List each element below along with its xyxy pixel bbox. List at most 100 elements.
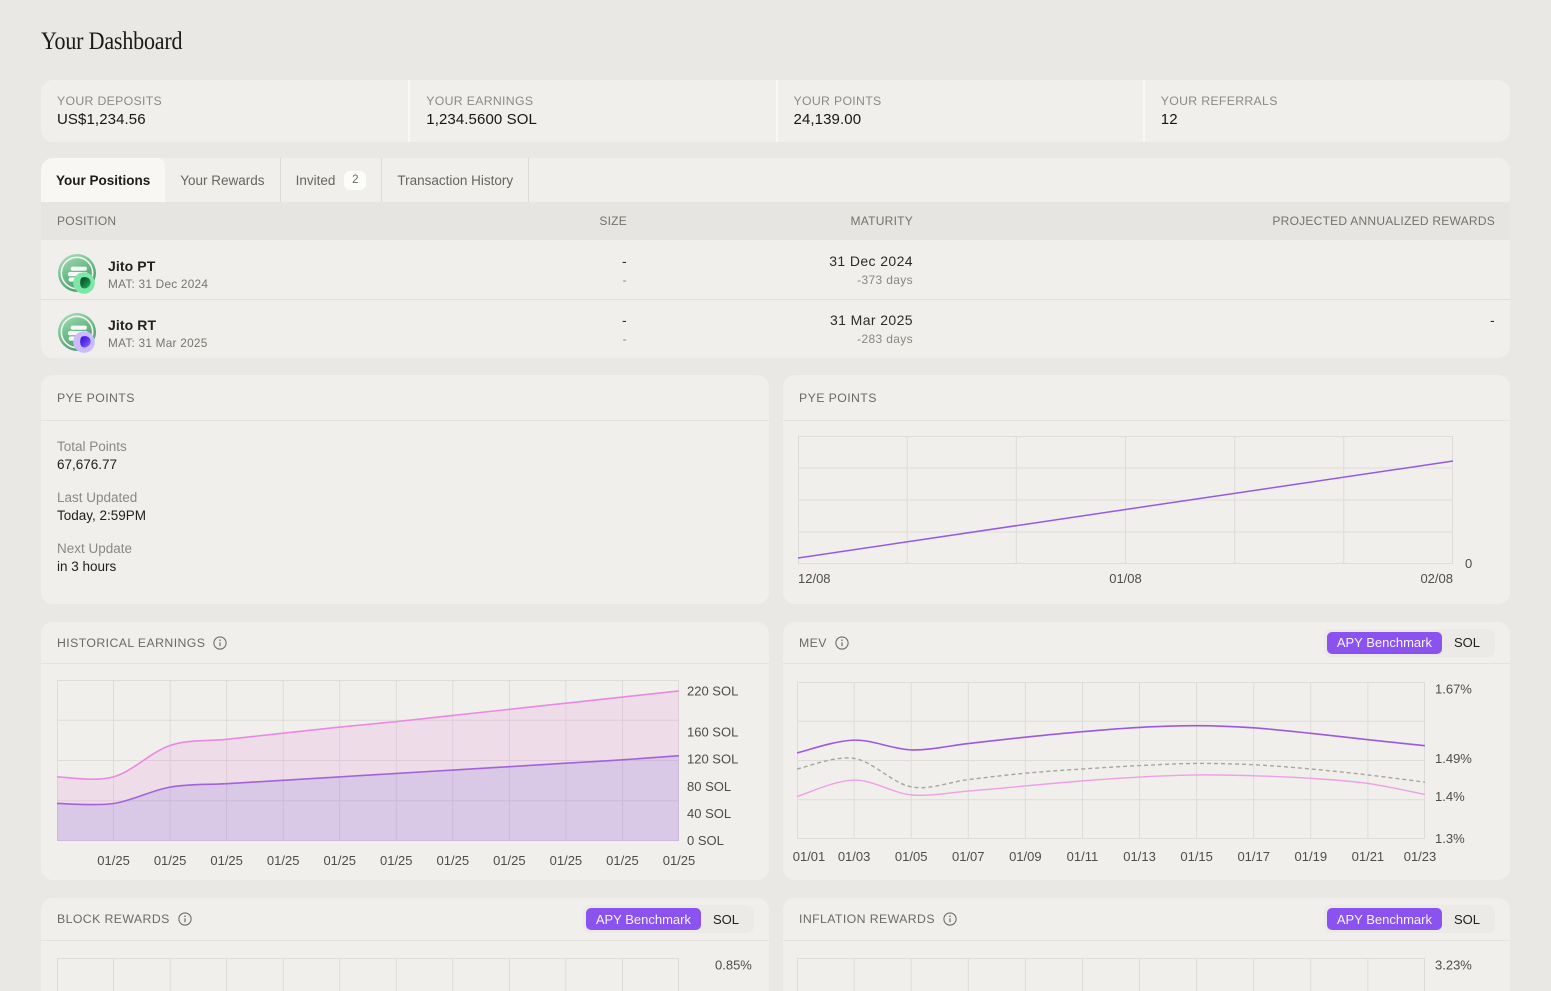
svg-text:01/23: 01/23: [1404, 849, 1437, 864]
size-sub-value: -: [441, 273, 627, 287]
maturity-date: 31 Dec 2024: [627, 253, 913, 269]
svg-text:120 SOL: 120 SOL: [687, 752, 738, 767]
svg-text:01/25: 01/25: [210, 853, 243, 868]
dashboard-page: Your Dashboard YOUR DEPOSITS US$1,234.56…: [0, 0, 1551, 991]
block-rewards-sol-button[interactable]: SOL: [701, 908, 751, 930]
stat-points-value: 24,139.00: [794, 111, 1127, 128]
svg-text:01/25: 01/25: [97, 853, 130, 868]
svg-text:1.49%: 1.49%: [1435, 751, 1472, 766]
tab-transaction-history[interactable]: Transaction History: [382, 158, 529, 202]
mev-card: MEV APY Benchmark SOL 1.67%1.49%1.4%1.3%…: [783, 622, 1510, 880]
mev-info-icon[interactable]: [835, 636, 849, 650]
jito-rt-token-icon: [57, 313, 99, 353]
projected-rewards-value: -: [913, 312, 1495, 328]
block-rewards-info-icon[interactable]: [178, 912, 192, 926]
block-rewards-apy-benchmark-button[interactable]: APY Benchmark: [586, 908, 701, 930]
maturity-days: -283 days: [627, 332, 913, 346]
pye-points-chart-title: PYE POINTS: [799, 391, 877, 405]
block-rewards-card: BLOCK REWARDS APY Benchmark SOL 0.85%: [41, 898, 769, 991]
svg-text:80 SOL: 80 SOL: [687, 779, 731, 794]
col-position: POSITION: [41, 214, 441, 228]
col-maturity: MATURITY: [627, 214, 913, 228]
tab-invited[interactable]: Invited 2: [281, 158, 383, 202]
svg-text:01/15: 01/15: [1180, 849, 1213, 864]
inflation-rewards-info-icon[interactable]: [943, 912, 957, 926]
size-value: -: [441, 312, 627, 328]
earnings-row: HISTORICAL EARNINGS 220 SOL 160 SOL 120 SO…: [41, 622, 1510, 880]
maturity-date: 31 Mar 2025: [627, 312, 913, 328]
stat-deposits: YOUR DEPOSITS US$1,234.56: [41, 80, 408, 142]
mev-sol-button[interactable]: SOL: [1442, 632, 1492, 654]
pye-points-summary-title: PYE POINTS: [57, 391, 135, 405]
svg-text:01/08: 01/08: [1109, 571, 1142, 586]
block-rewards-chart: 0.85%: [57, 958, 769, 991]
svg-text:01/25: 01/25: [493, 853, 526, 868]
svg-text:1.67%: 1.67%: [1435, 682, 1472, 697]
next-update-value: in 3 hours: [57, 558, 753, 576]
historical-earnings-title: HISTORICAL EARNINGS: [57, 636, 205, 650]
svg-text:01/09: 01/09: [1009, 849, 1042, 864]
inflation-rewards-title: INFLATION REWARDS: [799, 912, 935, 926]
tab-bar: Your Positions Your Rewards Invited 2 Tr…: [41, 158, 1510, 202]
tab-transaction-history-label: Transaction History: [397, 173, 513, 188]
svg-text:0 SOL: 0 SOL: [687, 833, 724, 848]
svg-text:01/25: 01/25: [663, 853, 696, 868]
svg-text:01/07: 01/07: [952, 849, 985, 864]
inflation-rewards-chart: 3.23%: [797, 958, 1510, 991]
size-sub-value: -: [441, 332, 627, 346]
stat-earnings-label: YOUR EARNINGS: [426, 94, 759, 108]
stats-strip: YOUR DEPOSITS US$1,234.56 YOUR EARNINGS …: [41, 80, 1510, 142]
col-projected-annualized-rewards: PROJECTED ANNUALIZED REWARDS: [913, 214, 1495, 228]
stat-earnings: YOUR EARNINGS 1,234.5600 SOL: [408, 80, 775, 142]
svg-text:01/25: 01/25: [437, 853, 470, 868]
last-updated-value: Today, 2:59PM: [57, 507, 753, 525]
svg-text:160 SOL: 160 SOL: [687, 724, 738, 739]
stat-deposits-label: YOUR DEPOSITS: [57, 94, 392, 108]
historical-earnings-chart: 220 SOL160 SOL120 SOL80 SOL40 SOL0 SOL01…: [57, 680, 769, 873]
svg-text:01/25: 01/25: [323, 853, 356, 868]
position-name: Jito RT: [108, 317, 208, 333]
mev-title: MEV: [799, 636, 827, 650]
pye-row: PYE POINTS Total Points 67,676.77 Last U…: [41, 375, 1510, 604]
col-size: SIZE: [441, 214, 627, 228]
historical-earnings-info-icon[interactable]: [213, 636, 227, 650]
svg-text:220 SOL: 220 SOL: [687, 683, 738, 698]
stat-points: YOUR POINTS 24,139.00: [776, 80, 1143, 142]
inflation-rewards-unit-toggle: APY Benchmark SOL: [1324, 905, 1495, 933]
maturity-days: -373 days: [627, 273, 913, 287]
historical-earnings-card: HISTORICAL EARNINGS 220 SOL 160 SOL 120 SO…: [41, 622, 769, 880]
svg-text:12/08: 12/08: [798, 571, 831, 586]
pye-points-chart: 0 12/08 01/08 02/08: [798, 436, 1510, 594]
svg-text:01/11: 01/11: [1067, 849, 1099, 864]
mev-apy-benchmark-button[interactable]: APY Benchmark: [1327, 632, 1442, 654]
invited-count-badge: 2: [344, 171, 366, 190]
inflation-rewards-apy-benchmark-button[interactable]: APY Benchmark: [1327, 908, 1442, 930]
positions-card: Your Positions Your Rewards Invited 2 Tr…: [41, 158, 1510, 358]
pye-points-chart-card: PYE POINTS 0 12/08 01/08 02/08: [783, 375, 1510, 604]
table-row-jito-rt[interactable]: Jito RT MAT: 31 Mar 2025 - - 31 Mar 2025…: [41, 299, 1510, 358]
svg-text:0: 0: [1465, 556, 1472, 571]
tab-your-rewards[interactable]: Your Rewards: [165, 158, 280, 202]
svg-text:01/21: 01/21: [1352, 849, 1385, 864]
svg-text:01/01: 01/01: [793, 849, 826, 864]
last-updated-label: Last Updated: [57, 489, 753, 506]
pye-points-summary-card: PYE POINTS Total Points 67,676.77 Last U…: [41, 375, 769, 604]
stat-earnings-value: 1,234.5600 SOL: [426, 111, 759, 128]
total-points-value: 67,676.77: [57, 456, 753, 474]
svg-text:0.85%: 0.85%: [715, 958, 752, 973]
tab-your-positions-label: Your Positions: [56, 173, 150, 188]
svg-text:01/25: 01/25: [550, 853, 583, 868]
stat-referrals-label: YOUR REFERRALS: [1161, 94, 1494, 108]
svg-text:02/08: 02/08: [1420, 571, 1453, 586]
svg-text:01/25: 01/25: [267, 853, 300, 868]
tab-your-positions[interactable]: Your Positions: [41, 158, 165, 202]
svg-text:01/25: 01/25: [380, 853, 413, 868]
svg-text:01/13: 01/13: [1123, 849, 1156, 864]
mev-chart: 1.67%1.49%1.4%1.3%01/0101/0301/0501/0701…: [791, 682, 1510, 869]
position-maturity-sub: MAT: 31 Dec 2024: [108, 277, 208, 291]
svg-text:3.23%: 3.23%: [1435, 958, 1472, 973]
inflation-rewards-sol-button[interactable]: SOL: [1442, 908, 1492, 930]
table-row-jito-pt[interactable]: Jito PT MAT: 31 Dec 2024 - - 31 Dec 2024…: [41, 240, 1510, 299]
stat-referrals: YOUR REFERRALS 12: [1143, 80, 1510, 142]
stat-deposits-value: US$1,234.56: [57, 111, 392, 128]
